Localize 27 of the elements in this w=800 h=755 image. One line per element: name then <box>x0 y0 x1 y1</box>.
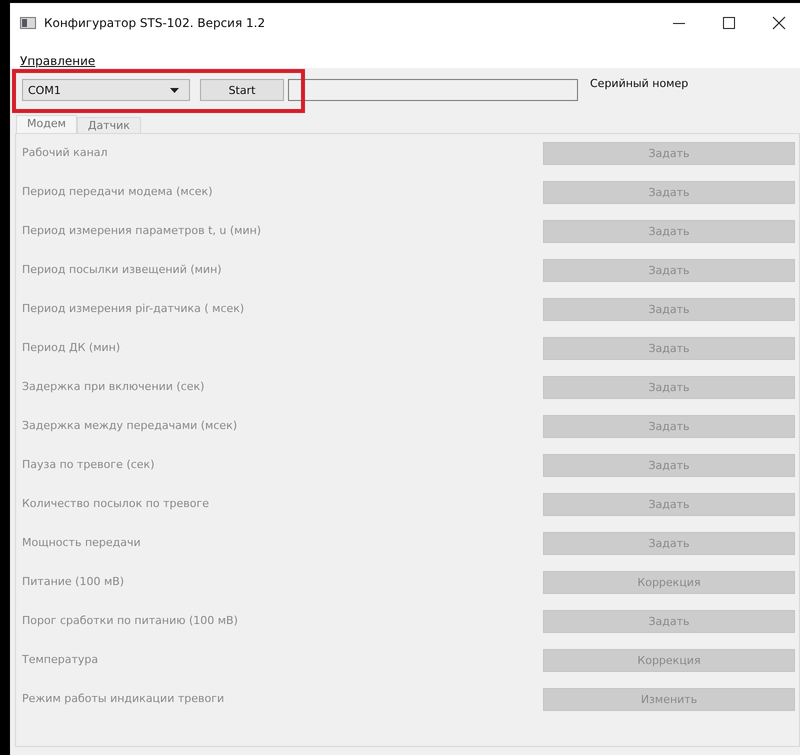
setting-label: Период ДК (мин) <box>22 341 120 354</box>
caret-icon <box>170 88 179 92</box>
serial-number-label: Серийный номер <box>590 77 688 90</box>
setting-label: Питание (100 мВ) <box>22 575 124 588</box>
setting-label: Порог сработки по питанию (100 мВ) <box>22 614 238 627</box>
setting-label: Задержка между передачами (мсек) <box>22 419 238 432</box>
tab[interactable]: Датчик <box>76 117 141 133</box>
setting-label: Период передачи модема (мсек) <box>22 185 212 198</box>
close-icon[interactable] <box>772 16 786 30</box>
serial-number-field[interactable] <box>288 79 578 101</box>
setting-label: Период посылки извещений (мин) <box>22 263 222 276</box>
setting-label: Режим работы индикации тревоги <box>22 692 224 705</box>
maximize-icon[interactable] <box>722 16 736 30</box>
menu-item[interactable]: Управление <box>20 54 96 68</box>
setting-label: Температура <box>22 653 98 666</box>
setting-label: Мощность передачи <box>22 536 141 549</box>
setting-label: Задержка при включении (сек) <box>22 380 204 393</box>
setting-label: Пауза по тревоге (сек) <box>22 458 154 471</box>
tab[interactable]: Модем <box>16 115 77 133</box>
start-button[interactable]: Start <box>200 79 284 101</box>
setting-label: Рабочий канал <box>22 146 108 159</box>
setting-label: Период измерения pir-датчика ( мсек) <box>22 302 244 315</box>
setting-label: Период измерения параметров t, u (мин) <box>22 224 262 237</box>
window-title: Конфигуратор STS-102. Версия 1.2 <box>44 16 266 30</box>
port-dropdown[interactable]: COM1 <box>22 79 190 101</box>
setting-label: Количество посылок по тревоге <box>22 497 210 510</box>
app-icon <box>20 17 36 29</box>
